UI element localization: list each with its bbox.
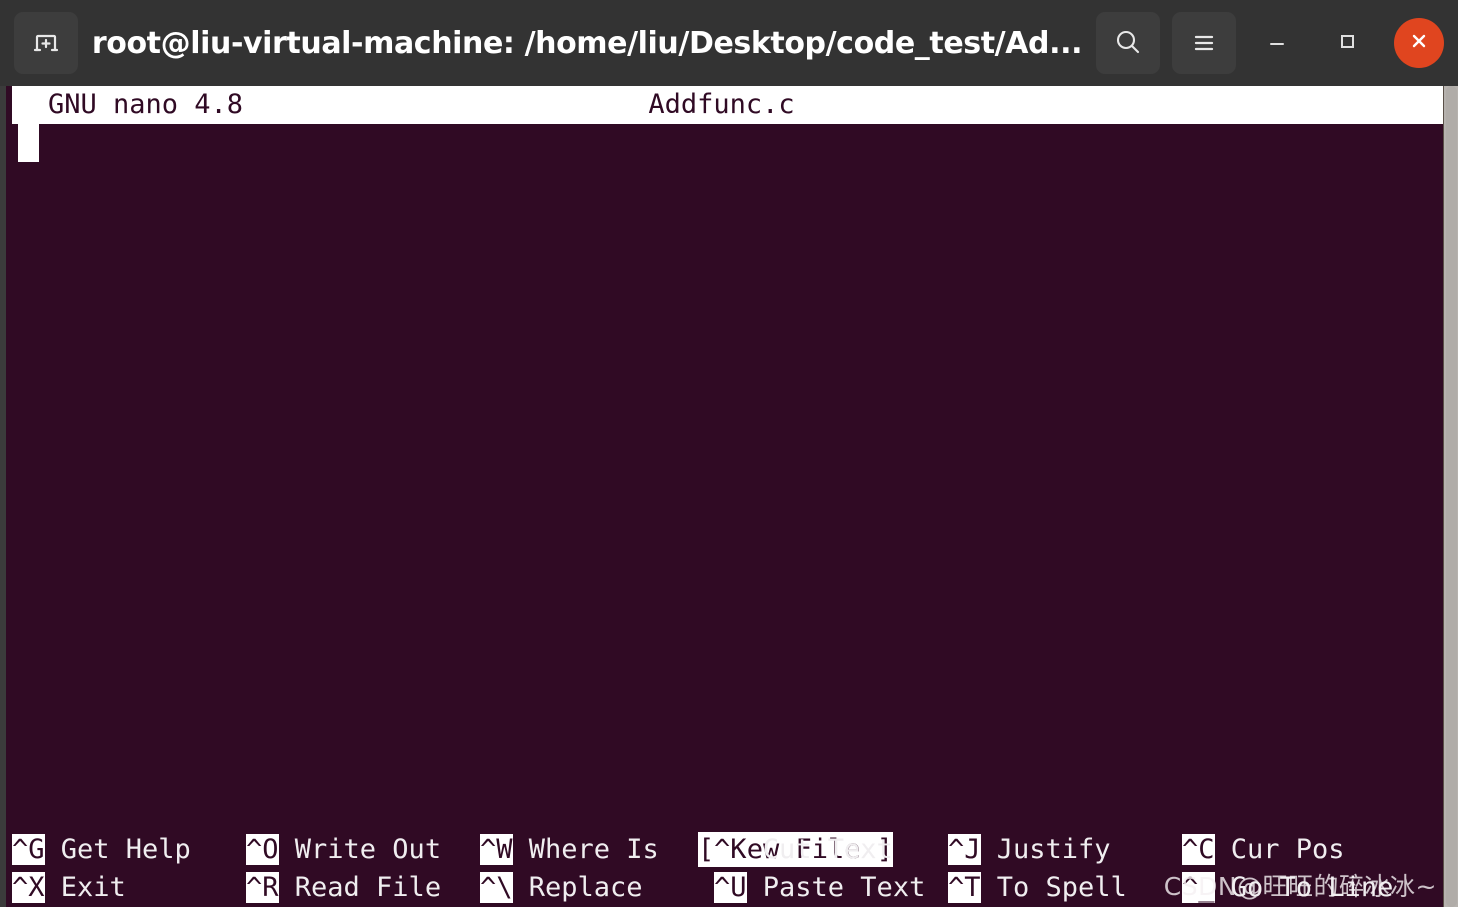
nano-editor[interactable]: GNU nano 4.8 Addfunc.c [ New File ] ^G G… bbox=[12, 86, 1449, 907]
close-icon bbox=[1406, 28, 1432, 58]
terminal-scrollbar[interactable] bbox=[1443, 86, 1458, 907]
shortcut-item[interactable]: ^U Paste Text bbox=[714, 869, 925, 907]
shortcut-label: Cut Text bbox=[746, 834, 893, 865]
new-terminal-tab-icon bbox=[31, 28, 61, 58]
shortcut-key: ^T bbox=[948, 872, 981, 903]
shortcut-item[interactable]: ^T To Spell bbox=[948, 869, 1127, 907]
search-button[interactable] bbox=[1096, 12, 1160, 74]
hamburger-menu-icon bbox=[1187, 26, 1221, 60]
new-terminal-tab-button[interactable] bbox=[14, 12, 78, 74]
shortcut-key: ^J bbox=[948, 834, 981, 865]
scrollbar-thumb[interactable] bbox=[1446, 86, 1457, 907]
maximize-button[interactable] bbox=[1318, 14, 1376, 72]
shortcut-key: ^W bbox=[480, 834, 513, 865]
window-controls bbox=[1096, 12, 1444, 74]
nano-status-line: [ New File ] bbox=[12, 793, 1449, 867]
close-button[interactable] bbox=[1394, 18, 1444, 68]
shortcut-item[interactable]: ^W Where Is bbox=[480, 831, 659, 869]
maximize-icon bbox=[1332, 26, 1362, 60]
shortcut-label: Replace bbox=[512, 872, 643, 903]
shortcut-row-2: ^X Exit ^R Read File ^\ Replace ^U Paste Te… bbox=[12, 869, 1449, 907]
shortcut-label: Write Out bbox=[278, 834, 442, 865]
shortcut-row-1: ^G Get Help ^O Write Out ^W Where Is ^K Cut… bbox=[12, 831, 1449, 869]
shortcut-key: ^_ bbox=[1182, 872, 1215, 903]
terminal-body: GNU nano 4.8 Addfunc.c [ New File ] ^G G… bbox=[0, 86, 1458, 907]
shortcut-key: ^X bbox=[12, 872, 45, 903]
minimize-button[interactable] bbox=[1248, 14, 1306, 72]
shortcut-label: Go To Line bbox=[1214, 872, 1394, 903]
shortcut-item[interactable]: ^O Write Out bbox=[246, 831, 441, 869]
shortcut-item[interactable]: ^\ Replace bbox=[480, 869, 643, 907]
nano-text-buffer[interactable] bbox=[12, 124, 1449, 793]
window-title: root@liu-virtual-machine: /home/liu/Desk… bbox=[91, 25, 1083, 61]
shortcut-key: ^R bbox=[246, 872, 279, 903]
shortcut-item[interactable]: ^K Cut Text bbox=[714, 831, 893, 869]
nano-filename-label: Addfunc.c bbox=[648, 89, 795, 120]
shortcut-key: ^\ bbox=[480, 872, 513, 903]
search-icon bbox=[1111, 26, 1145, 60]
nano-shortcut-bar: ^G Get Help ^O Write Out ^W Where Is ^K Cut… bbox=[12, 831, 1449, 907]
shortcut-label: Cur Pos bbox=[1214, 834, 1345, 865]
shortcut-label: Read File bbox=[278, 872, 442, 903]
menu-button[interactable] bbox=[1172, 12, 1236, 74]
shortcut-item[interactable]: ^C Cur Pos bbox=[1182, 831, 1345, 869]
nano-title-bar: GNU nano 4.8 Addfunc.c bbox=[12, 86, 1449, 124]
shortcut-item[interactable]: ^_ Go To Line bbox=[1182, 869, 1393, 907]
window-titlebar: root@liu-virtual-machine: /home/liu/Desk… bbox=[0, 0, 1458, 86]
shortcut-label: Exit bbox=[44, 872, 126, 903]
shortcut-item[interactable]: ^X Exit bbox=[12, 869, 126, 907]
shortcut-key: ^K bbox=[714, 834, 747, 865]
shortcut-label: Where Is bbox=[512, 834, 659, 865]
minimize-icon bbox=[1262, 26, 1292, 60]
shortcut-key: ^G bbox=[12, 834, 45, 865]
terminal-window: root@liu-virtual-machine: /home/liu/Desk… bbox=[0, 0, 1458, 907]
shortcut-key: ^O bbox=[246, 834, 279, 865]
shortcut-key: ^C bbox=[1182, 834, 1215, 865]
shortcut-key: ^U bbox=[714, 872, 747, 903]
shortcut-item[interactable]: ^G Get Help bbox=[12, 831, 191, 869]
text-cursor bbox=[18, 124, 39, 162]
shortcut-item[interactable]: ^R Read File bbox=[246, 869, 441, 907]
shortcut-label: Paste Text bbox=[746, 872, 926, 903]
shortcut-label: To Spell bbox=[980, 872, 1127, 903]
shortcut-label: Justify bbox=[980, 834, 1111, 865]
shortcut-label: Get Help bbox=[44, 834, 191, 865]
shortcut-item[interactable]: ^J Justify bbox=[948, 831, 1111, 869]
